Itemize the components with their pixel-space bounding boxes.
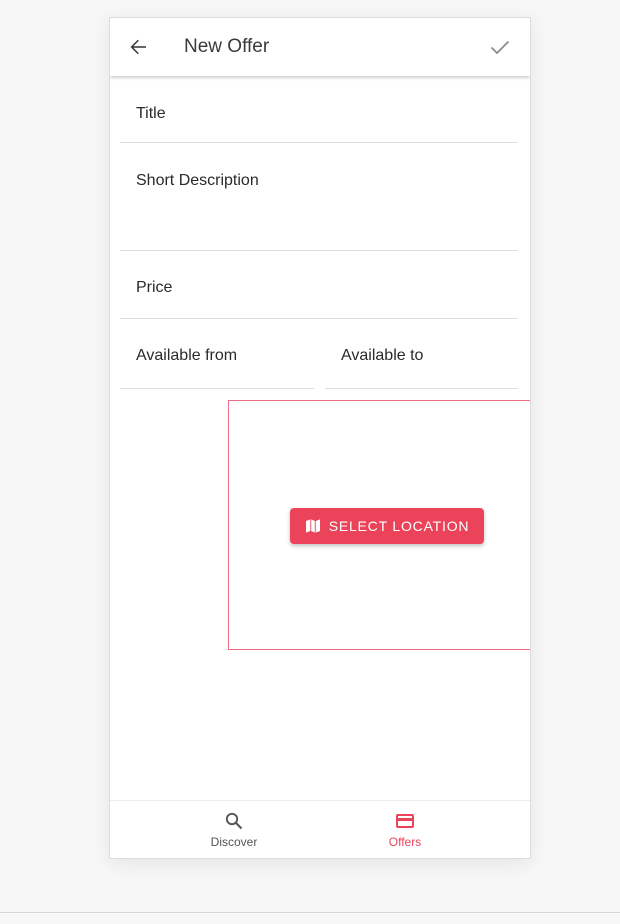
card-icon xyxy=(396,814,414,828)
page-title: New Offer xyxy=(184,36,270,57)
toolbar: New Offer xyxy=(110,18,530,76)
select-location-button[interactable]: SELECT LOCATION xyxy=(290,508,484,544)
description-input[interactable] xyxy=(136,172,510,226)
description-field xyxy=(120,142,518,251)
available-from-field xyxy=(120,318,314,389)
price-input[interactable] xyxy=(136,279,510,297)
available-to-input[interactable] xyxy=(341,347,510,365)
arrow-back-icon xyxy=(130,39,146,55)
tab-offers-label: Offers xyxy=(388,835,422,849)
back-button[interactable] xyxy=(126,35,150,59)
save-offer-button[interactable] xyxy=(488,35,512,59)
select-location-label: SELECT LOCATION xyxy=(328,518,470,534)
title-field xyxy=(120,86,518,143)
available-from-input[interactable] xyxy=(136,347,306,365)
tab-offers[interactable]: Offers xyxy=(345,801,465,858)
tab-discover-label: Discover xyxy=(210,835,258,849)
price-field xyxy=(120,250,518,319)
app-frame: New Offer SELECT LOCATION xyxy=(109,17,531,859)
search-icon xyxy=(225,812,243,830)
checkmark-icon xyxy=(490,40,510,55)
tab-discover[interactable]: Discover xyxy=(174,801,294,858)
available-to-field xyxy=(325,318,518,389)
map-icon xyxy=(305,519,320,533)
page-divider xyxy=(0,912,620,913)
title-input[interactable] xyxy=(136,105,510,123)
tab-bar: Discover Offers xyxy=(110,800,530,858)
